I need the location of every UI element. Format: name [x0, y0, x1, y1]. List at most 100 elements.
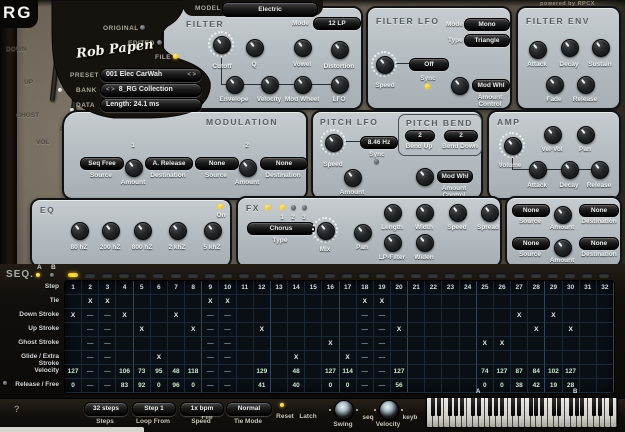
- seq-grid-cell[interactable]: [597, 337, 614, 351]
- seq-grid-cell[interactable]: [460, 295, 477, 309]
- seq-grid-cell[interactable]: [151, 337, 168, 351]
- seq-grid-cell[interactable]: X: [391, 323, 408, 337]
- seq-step-button[interactable]: [119, 273, 129, 277]
- seq-grid-cell[interactable]: —: [82, 309, 99, 323]
- mod-slot1-destination-select[interactable]: A. Release: [145, 157, 193, 170]
- fxmod-row1-source-select[interactable]: None: [512, 204, 550, 217]
- seq-grid-cell[interactable]: [391, 337, 408, 351]
- seq-grid-cell[interactable]: [511, 351, 528, 365]
- piano-black-key[interactable]: [437, 398, 441, 416]
- seq-grid-cell[interactable]: —: [219, 351, 236, 365]
- seq-grid-cell[interactable]: 38: [511, 379, 528, 393]
- seq-grid-cell[interactable]: [134, 295, 151, 309]
- seq-grid-cell[interactable]: [116, 351, 133, 365]
- seq-grid-cell[interactable]: 127: [322, 365, 339, 379]
- piano-black-key[interactable]: [557, 398, 561, 416]
- seq-grid-cell[interactable]: [563, 309, 580, 323]
- seq-grid-cell[interactable]: [168, 337, 185, 351]
- loop-from-select[interactable]: Step 1: [132, 402, 176, 416]
- seq-grid-cell[interactable]: —: [374, 351, 391, 365]
- filter-lfo-speed-knob[interactable]: [371, 51, 397, 77]
- piano-black-key[interactable]: [575, 398, 579, 416]
- piano-black-key[interactable]: [540, 398, 544, 416]
- amp-volume-knob[interactable]: [499, 132, 525, 158]
- seq-grid-cell[interactable]: [597, 379, 614, 393]
- seq-grid-cell[interactable]: [134, 309, 151, 323]
- seq-grid-cell[interactable]: —: [82, 323, 99, 337]
- fx-width-knob[interactable]: [416, 204, 434, 222]
- fxmod-row2-amount-knob[interactable]: [554, 239, 572, 257]
- fx-widen-knob[interactable]: [416, 234, 434, 252]
- model-select[interactable]: Electric: [222, 2, 318, 17]
- filter-mode-select[interactable]: 12 LP: [313, 17, 361, 30]
- seq-grid-cell[interactable]: X: [134, 323, 151, 337]
- seq-release-free-led[interactable]: [3, 381, 7, 385]
- seq-grid-cell[interactable]: [408, 365, 425, 379]
- seq-grid-cell[interactable]: [65, 351, 82, 365]
- seq-grid-cell[interactable]: —: [202, 365, 219, 379]
- filter-lfo-sync-led[interactable]: [425, 84, 430, 89]
- seq-grid-cell[interactable]: —: [99, 351, 116, 365]
- seq-grid-cell[interactable]: —: [219, 365, 236, 379]
- seq-grid-cell[interactable]: [460, 365, 477, 379]
- seq-grid-cell[interactable]: —: [99, 323, 116, 337]
- seq-grid-cell[interactable]: [580, 337, 597, 351]
- seq-grid-cell[interactable]: [528, 337, 545, 351]
- filter-lfo-speed-select[interactable]: Off: [409, 58, 449, 71]
- seq-step-button[interactable]: [308, 273, 318, 277]
- seq-grid-cell[interactable]: [271, 309, 288, 323]
- seq-step-button[interactable]: [531, 273, 541, 277]
- filter-lfo-amount-control-select[interactable]: Mod Whl: [472, 79, 510, 92]
- seq-grid-cell[interactable]: —: [357, 379, 374, 393]
- seq-grid-cell[interactable]: [288, 309, 305, 323]
- amp-velvol-knob[interactable]: [544, 126, 562, 144]
- piano-black-key[interactable]: [534, 398, 538, 416]
- seq-grid-cell[interactable]: 92: [134, 379, 151, 393]
- seq-grid-cell[interactable]: [271, 323, 288, 337]
- seq-grid-cell[interactable]: X: [374, 295, 391, 309]
- seq-step-button[interactable]: [582, 273, 592, 277]
- seq-grid-cell[interactable]: 95: [151, 365, 168, 379]
- seq-grid-cell[interactable]: 19: [545, 379, 562, 393]
- seq-grid-cell[interactable]: [322, 309, 339, 323]
- seq-step-button[interactable]: [171, 273, 181, 277]
- seq-grid-cell[interactable]: [185, 337, 202, 351]
- piano-black-key[interactable]: [448, 398, 452, 416]
- seq-step-button[interactable]: [462, 273, 472, 277]
- seq-grid-cell[interactable]: [528, 309, 545, 323]
- seq-grid-cell[interactable]: —: [219, 337, 236, 351]
- seq-grid-cell[interactable]: 102: [545, 365, 562, 379]
- seq-grid-cell[interactable]: [563, 337, 580, 351]
- seq-grid-cell[interactable]: [511, 337, 528, 351]
- seq-grid-cell[interactable]: [528, 351, 545, 365]
- filter-lfo-amount-knob[interactable]: [451, 77, 469, 95]
- seq-step-button[interactable]: [136, 273, 146, 277]
- seq-grid-cell[interactable]: X: [185, 323, 202, 337]
- seq-grid-cell[interactable]: [254, 337, 271, 351]
- seq-step-button[interactable]: [445, 273, 455, 277]
- seq-grid-cell[interactable]: [237, 379, 254, 393]
- seq-grid-cell[interactable]: 84: [528, 365, 545, 379]
- seq-grid-cell[interactable]: [580, 351, 597, 365]
- seq-grid-cell[interactable]: [494, 351, 511, 365]
- filter-distortion-knob[interactable]: [331, 41, 349, 59]
- seq-grid-cell[interactable]: 127: [391, 365, 408, 379]
- piano-black-key[interactable]: [529, 398, 533, 416]
- seq-step-button[interactable]: [376, 273, 386, 277]
- seq-grid-cell[interactable]: [305, 323, 322, 337]
- filter-env-decay-knob[interactable]: [561, 39, 579, 57]
- eq-5khz-knob[interactable]: [204, 222, 222, 240]
- seq-grid-cell[interactable]: [580, 379, 597, 393]
- seq-grid-cell[interactable]: [185, 309, 202, 323]
- seq-grid-cell[interactable]: [151, 295, 168, 309]
- piano-black-key[interactable]: [454, 398, 458, 416]
- fx-pan-knob[interactable]: [354, 224, 372, 242]
- seq-grid-cell[interactable]: [151, 309, 168, 323]
- seq-grid-cell[interactable]: 41: [254, 379, 271, 393]
- fx-spread-knob[interactable]: [481, 204, 499, 222]
- tie-mode-select[interactable]: Normal: [226, 402, 272, 416]
- seq-grid-cell[interactable]: —: [374, 337, 391, 351]
- seq-grid-cell[interactable]: —: [99, 379, 116, 393]
- seq-step-button[interactable]: [496, 273, 506, 277]
- fx-speed-knob[interactable]: [449, 204, 467, 222]
